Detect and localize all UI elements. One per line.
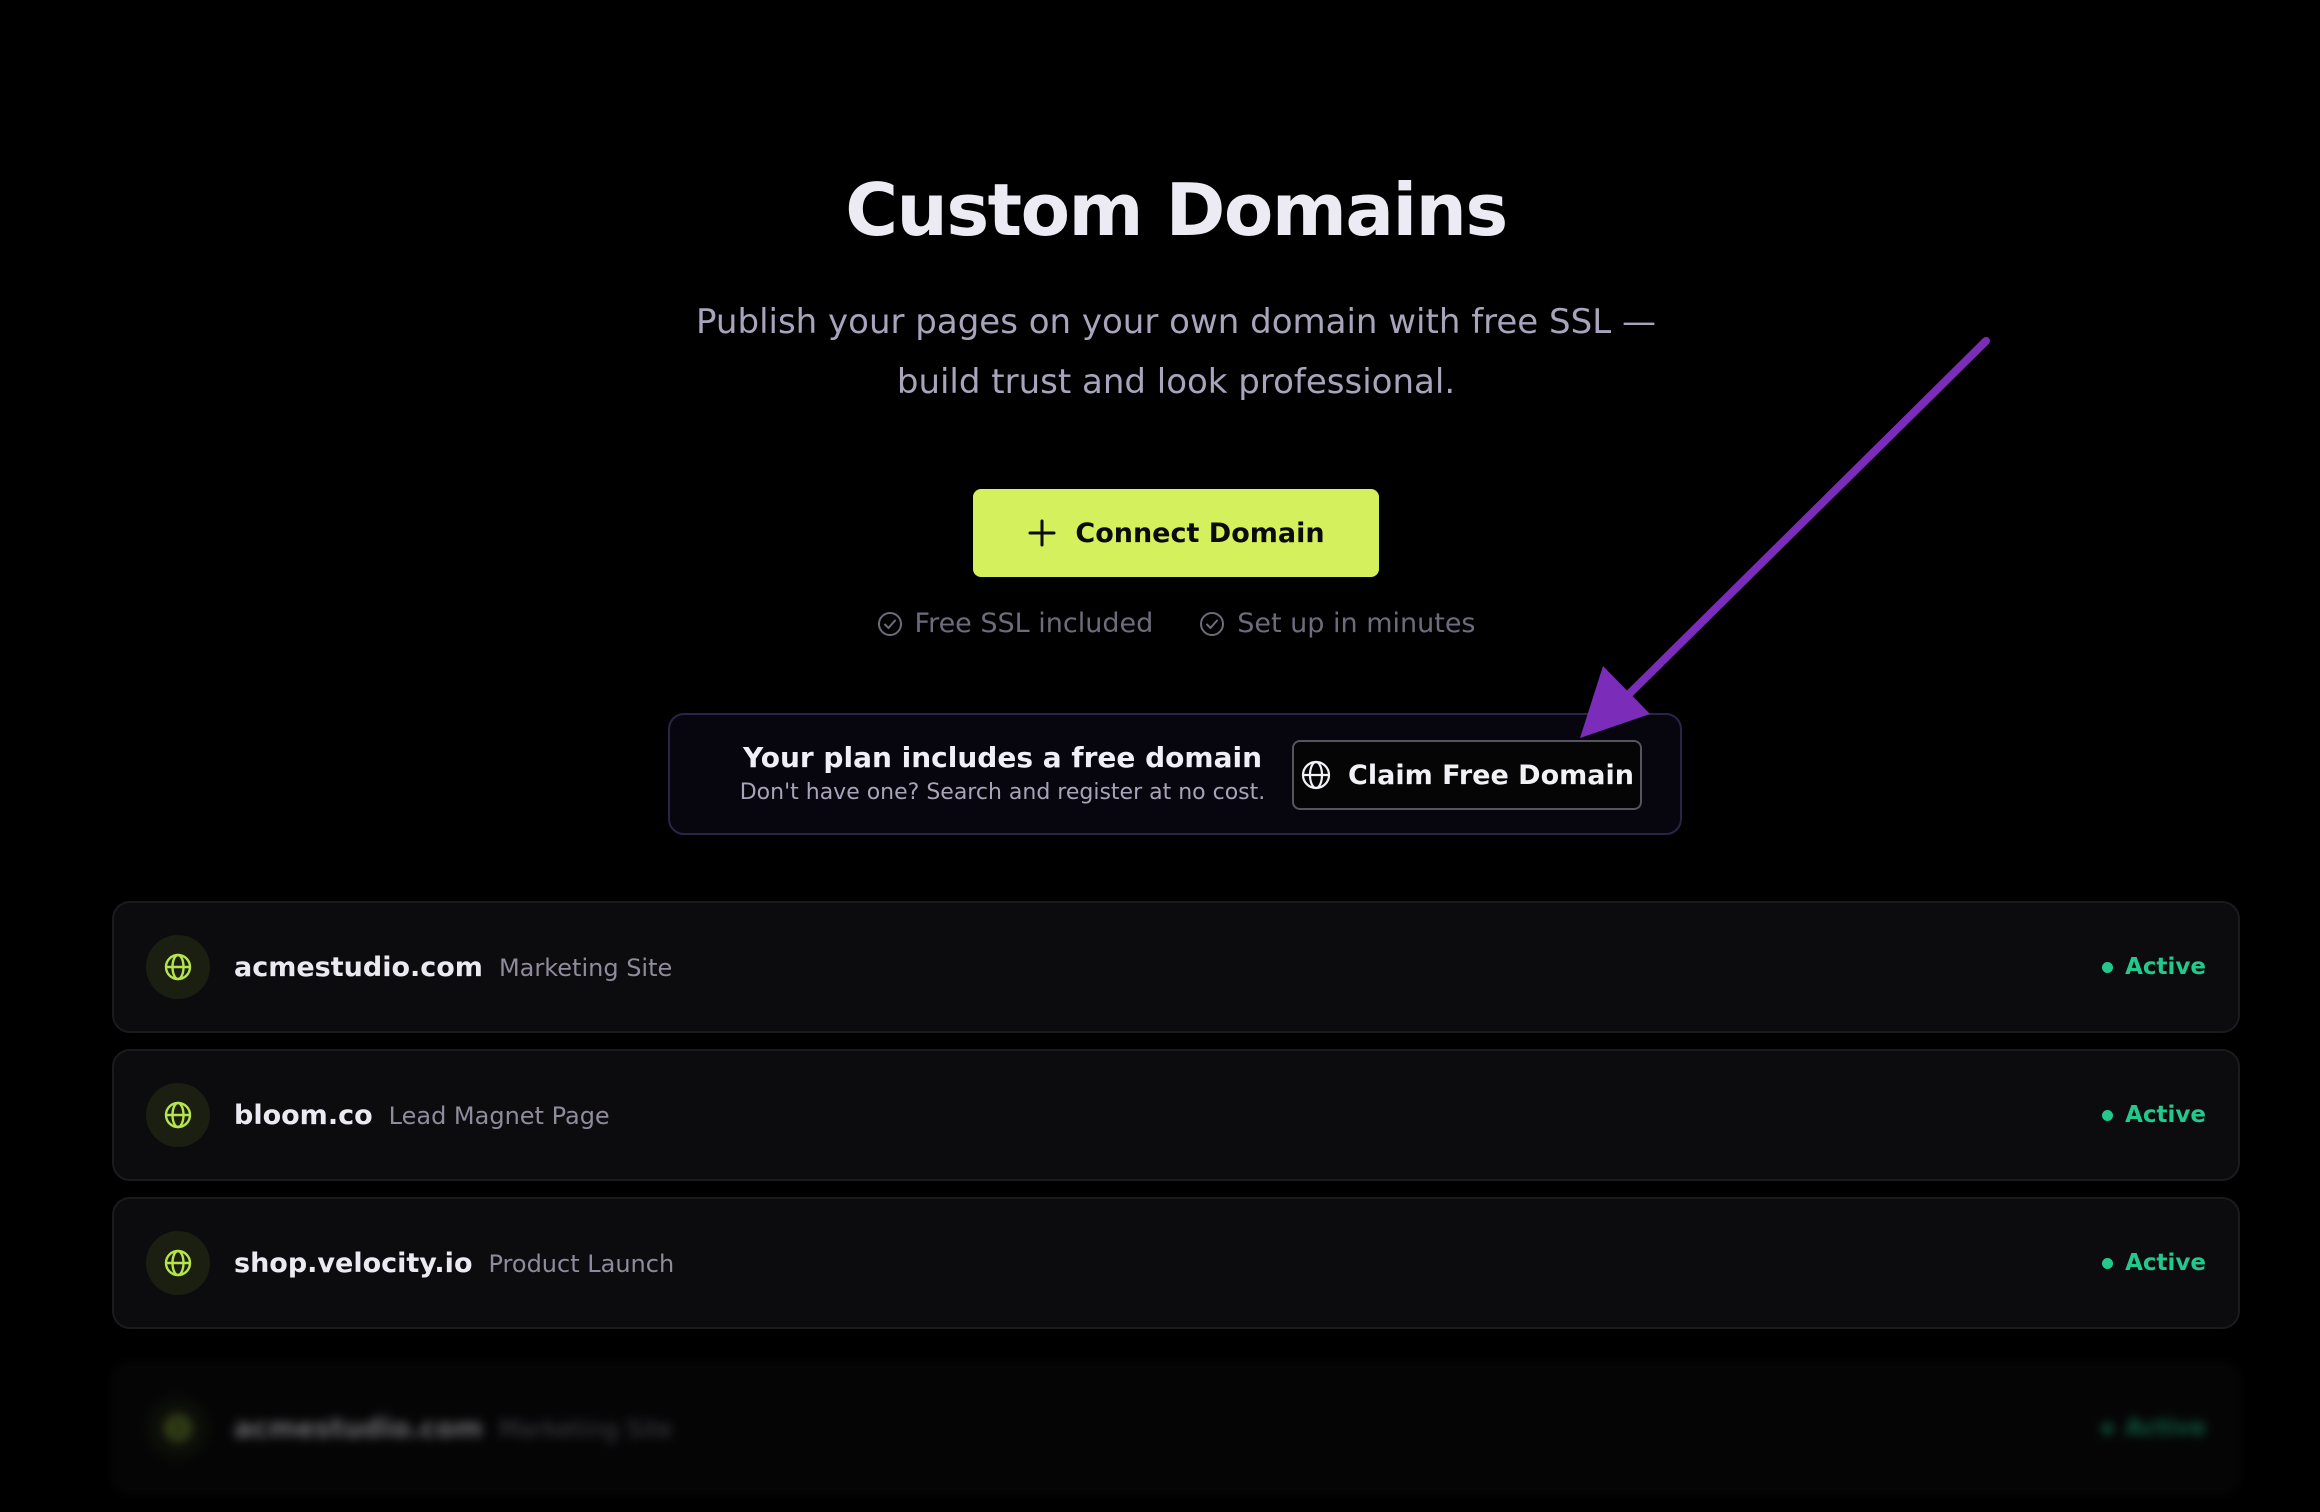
promo-title: Your plan includes a free domain [743, 741, 1262, 774]
status-badge: Active [2102, 1102, 2206, 1128]
promo-subtitle: Don't have one? Search and register at n… [739, 780, 1266, 805]
free-domain-promo-card: Your plan includes a free domain Don't h… [668, 713, 1682, 835]
feature-item-ssl: Free SSL included [877, 608, 1154, 639]
domain-page-label: Lead Magnet Page [388, 1101, 610, 1130]
domain-name: shop.velocity.io Product Launch [234, 1248, 674, 1279]
domain-name: acmestudio.com Marketing Site [234, 952, 672, 983]
status-label: Active [2125, 1415, 2206, 1441]
claim-free-domain-label: Claim Free Domain [1348, 759, 1634, 791]
check-circle-icon [877, 611, 903, 637]
status-dot [2102, 1422, 2114, 1434]
status-label: Active [2125, 1250, 2206, 1276]
domain-row[interactable]: bloom.co Lead Magnet Page Active [112, 1049, 2240, 1181]
globe-icon [146, 1083, 210, 1147]
status-dot [2102, 1109, 2114, 1121]
claim-free-domain-button[interactable]: Claim Free Domain [1292, 740, 1642, 810]
globe-icon [146, 935, 210, 999]
status-label: Active [2125, 954, 2206, 980]
feature-item-setup: Set up in minutes [1199, 608, 1476, 639]
domain-page-label: Product Launch [488, 1249, 675, 1278]
promo-text: Your plan includes a free domain Don't h… [710, 741, 1295, 809]
status-dot [2102, 961, 2114, 973]
domain-url: acmestudio.com [234, 1412, 483, 1444]
connect-domain-button[interactable]: Connect Domain [973, 489, 1379, 577]
page-subtitle: Publish your pages on your own domain wi… [660, 292, 1692, 412]
page-title: Custom Domains [845, 168, 1508, 252]
status-dot [2102, 1257, 2114, 1269]
domain-page-label: Marketing Site [498, 1414, 673, 1443]
feature-list: Free SSL included Set up in minutes [0, 608, 2320, 639]
feature-label: Set up in minutes [1237, 608, 1476, 639]
domain-name: bloom.co Lead Magnet Page [234, 1100, 610, 1131]
connect-domain-label: Connect Domain [1075, 517, 1325, 549]
domain-row[interactable]: acmestudio.com Marketing Site Active [112, 901, 2240, 1033]
status-badge: Active [2102, 1415, 2206, 1441]
domain-row[interactable]: shop.velocity.io Product Launch Active [112, 1197, 2240, 1329]
globe-icon [146, 1231, 210, 1295]
feature-label: Free SSL included [914, 608, 1154, 639]
domain-row: acmestudio.com Marketing Site Active [112, 1362, 2240, 1494]
plus-icon [1027, 518, 1057, 548]
domain-url: acmestudio.com [234, 951, 483, 983]
check-circle-icon [1199, 611, 1225, 637]
subtitle-line-2: build trust and look professional. [896, 362, 1456, 402]
domain-url: shop.velocity.io [234, 1247, 473, 1279]
domain-name: acmestudio.com Marketing Site [234, 1413, 672, 1444]
status-badge: Active [2102, 1250, 2206, 1276]
status-badge: Active [2102, 954, 2206, 980]
subtitle-line-1: Publish your pages on your own domain wi… [696, 302, 1656, 342]
globe-icon [1300, 759, 1332, 791]
domain-page-label: Marketing Site [498, 953, 673, 982]
globe-icon [146, 1396, 210, 1460]
status-label: Active [2125, 1102, 2206, 1128]
domain-url: bloom.co [234, 1099, 373, 1131]
